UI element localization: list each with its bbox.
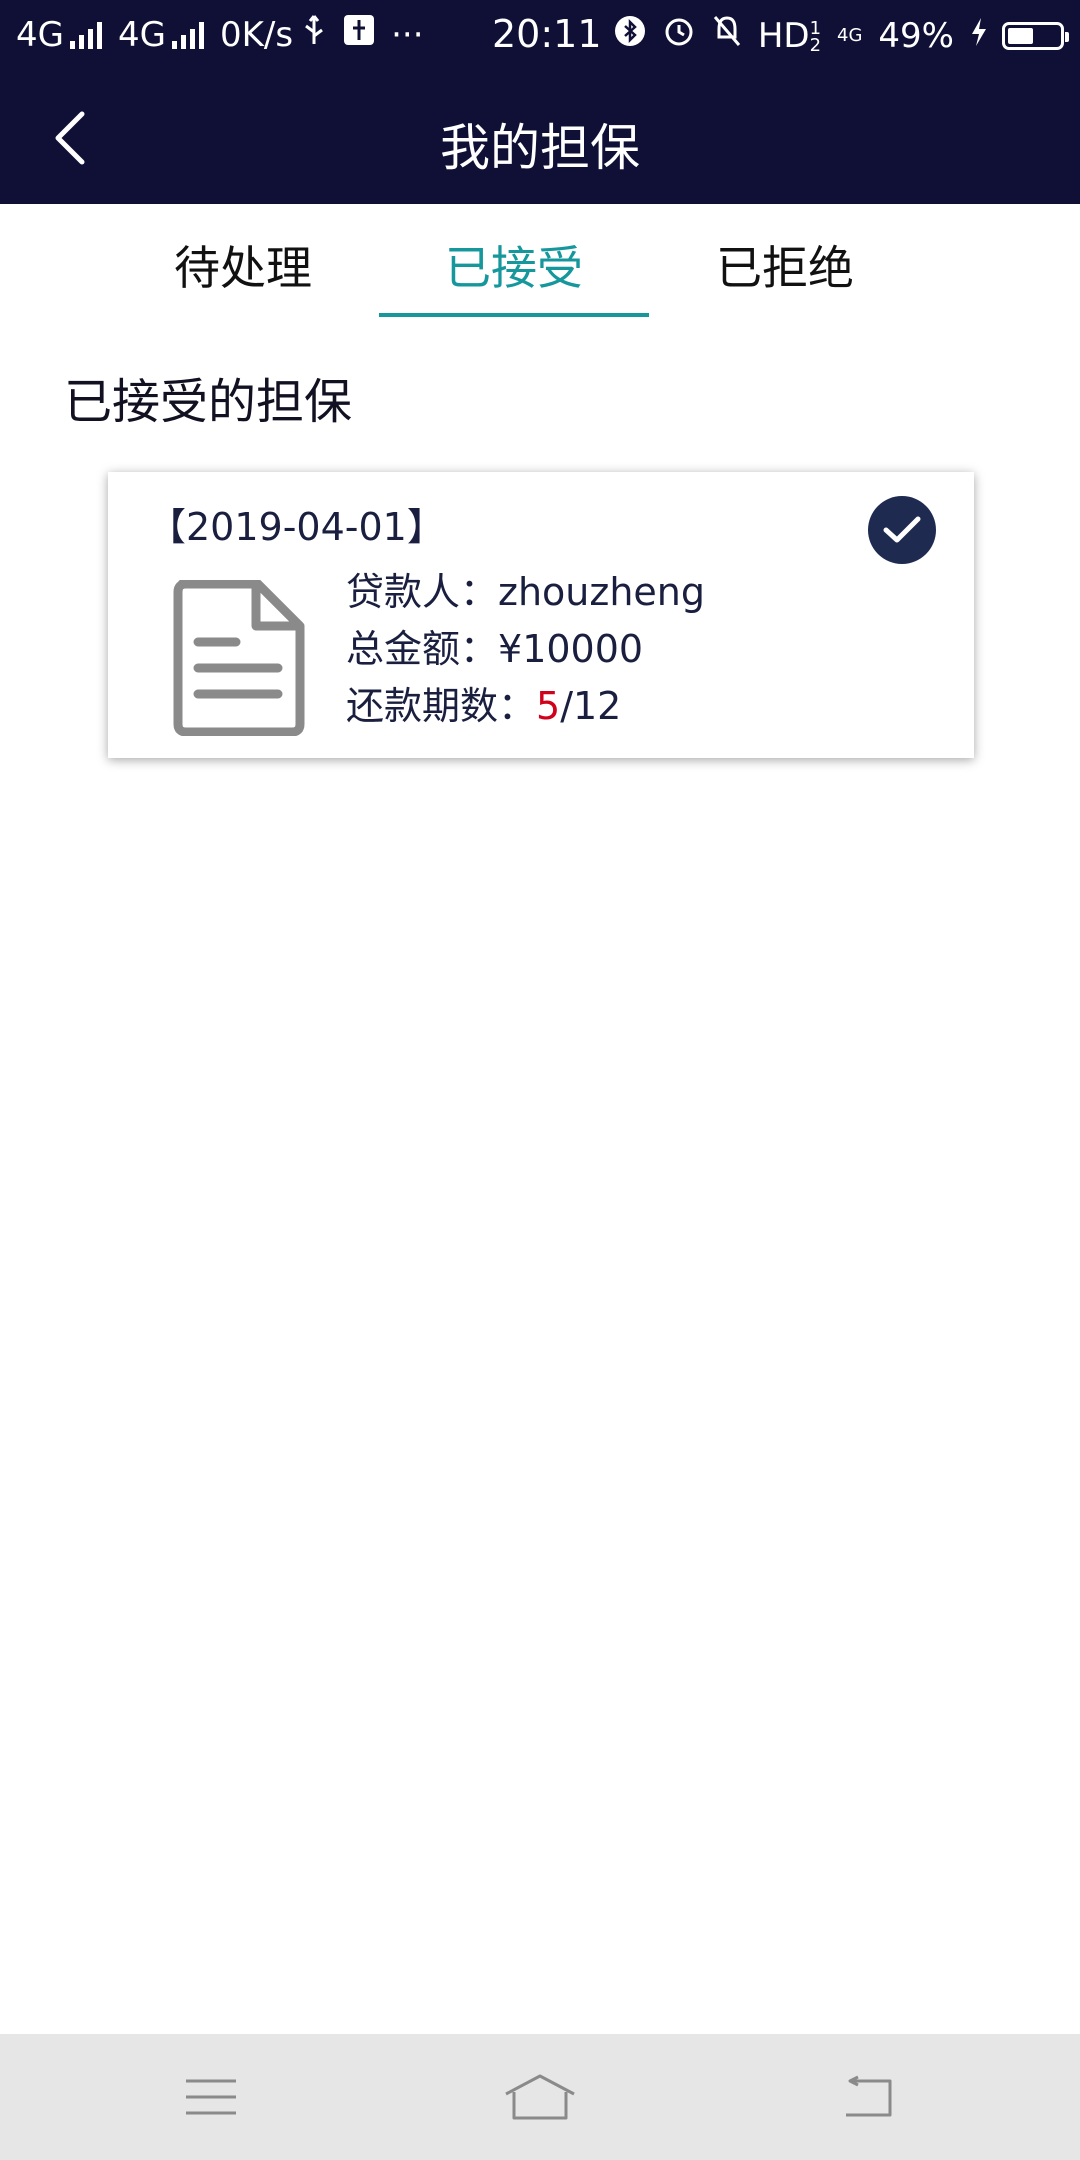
borrower-value: zhouzheng xyxy=(498,570,705,614)
tab-bar: 待处理 已接受 已拒绝 xyxy=(0,204,1080,320)
card-date: 【2019-04-01】 xyxy=(148,505,445,549)
mute-bell-icon xyxy=(712,14,742,57)
usb-icon xyxy=(301,14,327,55)
tab-rejected[interactable]: 已拒绝 xyxy=(650,204,920,320)
periods-paid: 5 xyxy=(536,684,561,728)
bluetooth-icon xyxy=(614,15,646,56)
back-nav-button[interactable] xyxy=(808,2054,928,2140)
menu-icon xyxy=(186,2079,236,2115)
status-left: 4G 4G 0K/s ··· xyxy=(16,14,432,55)
guarantee-card[interactable]: 【2019-04-01】 贷款人：zhouzheng 总金额：¥10000 还款… xyxy=(108,472,974,758)
network-label-2: 4G xyxy=(117,14,166,55)
battery-icon xyxy=(1002,21,1069,50)
status-right: HD 1 2 4G 49% xyxy=(606,14,1069,57)
periods-total: /12 xyxy=(560,684,622,728)
borrower-label: 贷款人： xyxy=(346,570,499,614)
network-label-3: 4G xyxy=(837,25,863,46)
amount-label: 总金额： xyxy=(346,627,499,671)
more-notifications-icon: ··· xyxy=(391,14,424,55)
status-bar: 4G 4G 0K/s ··· 20:11 HD 1 2 4G 49% xyxy=(0,0,1080,72)
card-info: 贷款人：zhouzheng 总金额：¥10000 还款期数：5/12 xyxy=(346,564,705,735)
charging-icon xyxy=(970,16,988,56)
periods-row: 还款期数：5/12 xyxy=(346,678,705,735)
signal-icon xyxy=(69,21,106,49)
section-title: 已接受的担保 xyxy=(64,374,353,430)
amount-value: ¥10000 xyxy=(498,627,644,671)
app-header: 我的担保 xyxy=(0,72,1080,204)
page-title: 我的担保 xyxy=(440,119,640,177)
menu-button[interactable] xyxy=(151,2054,271,2140)
return-icon xyxy=(846,2075,892,2117)
system-nav-bar xyxy=(0,2034,1080,2160)
signal-icon xyxy=(171,21,208,49)
tab-accepted[interactable]: 已接受 xyxy=(379,204,649,320)
battery-fill xyxy=(1008,27,1033,44)
hd-label: HD 1 2 xyxy=(757,15,822,56)
home-button[interactable] xyxy=(480,2054,600,2140)
home-icon xyxy=(505,2074,575,2120)
amount-row: 总金额：¥10000 xyxy=(346,621,705,678)
network-speed: 0K/s xyxy=(219,14,294,55)
alarm-icon xyxy=(662,14,696,57)
active-tab-indicator xyxy=(379,313,649,317)
periods-label: 还款期数： xyxy=(346,684,537,728)
document-icon xyxy=(173,580,305,736)
borrower-row: 贷款人：zhouzheng xyxy=(346,564,705,621)
network-label-1: 4G xyxy=(16,14,64,55)
usb-debug-icon xyxy=(343,14,375,55)
battery-percent: 49% xyxy=(878,15,954,56)
tab-pending[interactable]: 待处理 xyxy=(108,204,378,320)
status-time: 20:11 xyxy=(492,12,602,56)
check-circle-icon xyxy=(868,496,936,564)
